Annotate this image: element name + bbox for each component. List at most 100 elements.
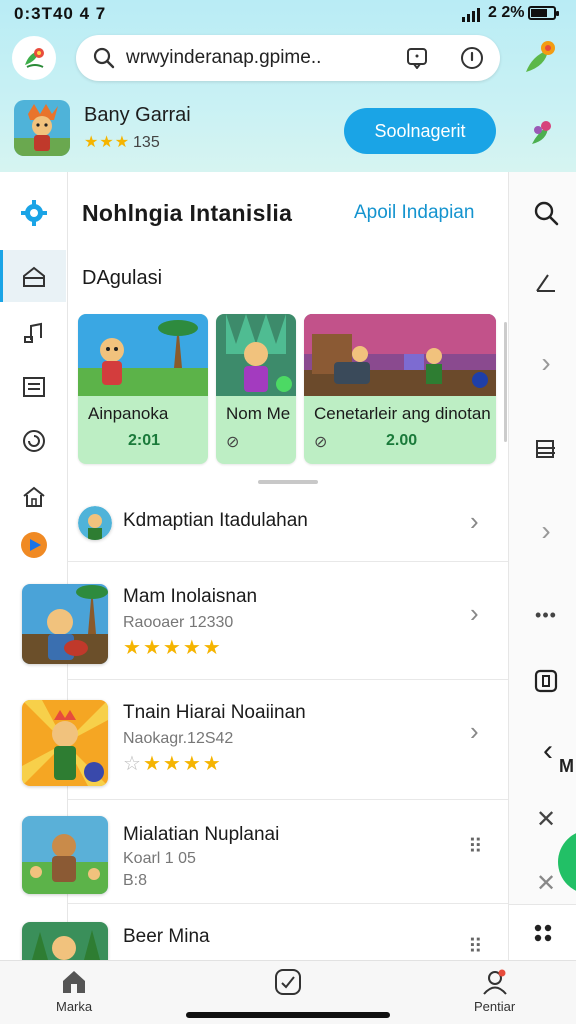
star-icon: ★ [182, 637, 201, 659]
grid-button[interactable] [509, 904, 576, 960]
game-card-title: Ainpanoka [88, 404, 169, 423]
game-artwork-icon [22, 700, 108, 786]
star-empty-icon: ☆ [123, 753, 141, 775]
chevron-right-icon[interactable]: › [470, 716, 479, 747]
list-item-thumbnail [22, 700, 108, 786]
chat-bubble-icon[interactable] [406, 47, 428, 69]
info-icon[interactable] [460, 46, 484, 70]
rail-home[interactable] [17, 480, 51, 514]
signal-icon [462, 8, 480, 22]
list-item-title: Mam Inolaisnan [123, 586, 258, 607]
list-item-title: Beer Mina [123, 926, 210, 947]
play-icon [21, 532, 47, 558]
section-label: DAgulasi [82, 267, 163, 289]
search-input[interactable]: wrwyinderanap.gpime.. [126, 47, 321, 69]
main-content: Nohlngia Intanislia Apoil Indapian DAgul… [22, 172, 508, 960]
status-time: 0:3T40 4 7 [14, 4, 107, 23]
chevron-right-icon[interactable]: › [470, 598, 479, 629]
home-indicator[interactable] [186, 1012, 390, 1018]
nav-profile[interactable]: Pentiar [474, 967, 515, 1014]
close-icon[interactable]: ✕ [531, 804, 561, 834]
cross-icon[interactable]: ✕ [531, 868, 561, 898]
game-artwork-icon [22, 922, 108, 960]
star-icon: ★ [182, 753, 201, 775]
list-item-meta: B:8 [123, 872, 148, 889]
game-artwork-icon [22, 816, 108, 894]
featured-app-title[interactable]: Bany Garrai [84, 104, 191, 127]
rail-settings[interactable] [17, 196, 51, 230]
list-item[interactable]: Beer Mina ⠿ [22, 904, 508, 960]
leaf-flower-icon [25, 48, 44, 68]
rail-news[interactable] [17, 370, 51, 404]
page-title: Nohlngia Intanislia [82, 200, 293, 226]
game-card-image [78, 314, 208, 396]
list-item-avatar [78, 506, 112, 540]
home-icon [63, 971, 86, 993]
game-card[interactable]: Ainpanoka 2:01 [78, 314, 208, 464]
grid-icon [534, 924, 552, 942]
game-artwork-icon [216, 314, 296, 396]
battery-percent: 2 2% [488, 4, 525, 21]
store-icon [23, 266, 45, 287]
rail-history[interactable] [17, 424, 51, 458]
nav-home[interactable]: Marka [56, 967, 92, 1014]
chevron-right-icon[interactable]: › [531, 347, 561, 378]
star-icon: ★ [202, 637, 221, 659]
list-item[interactable]: Tnain Hiarai Noaiinan Naokagr.12S42 ☆ ★ … [22, 680, 508, 800]
newspaper-icon [23, 377, 45, 397]
rr-window[interactable] [531, 666, 561, 696]
scrollbar[interactable] [504, 322, 507, 442]
app-logo-button[interactable] [12, 36, 56, 80]
nav-home-label: Marka [56, 999, 93, 1014]
list-item-thumbnail [22, 922, 108, 960]
flower-icon [526, 41, 555, 72]
rr-edit[interactable] [531, 268, 561, 298]
game-card[interactable]: Nom Me ⊘ [216, 314, 296, 464]
chevron-right-icon[interactable]: › [470, 506, 479, 537]
list-item-rating: ☆ ★ ★ ★ ★ [123, 754, 221, 774]
rail-music[interactable] [17, 316, 51, 350]
game-card[interactable]: Cenetarleir ang dinotan ⊘ 2.00 [304, 314, 496, 464]
star-icon: ★ [99, 134, 114, 151]
see-all-link[interactable]: Apoil Indapian [354, 202, 474, 224]
list-item-rating: ★ ★ ★ ★ ★ [123, 638, 221, 658]
list-item[interactable]: Kdmaptian Itadulahan › [68, 494, 508, 562]
featured-app-thumbnail[interactable] [14, 100, 70, 156]
list-item-title: Tnain Hiarai Noaiinan [123, 702, 306, 723]
flower-bouquet-icon[interactable] [526, 116, 558, 148]
refresh-icon: ⊘ [314, 434, 328, 451]
refresh-icon: ⊘ [226, 434, 240, 451]
character-avatar-icon [78, 506, 112, 540]
star-icon: ★ [84, 134, 99, 151]
person-icon [482, 969, 507, 995]
game-character-icon [14, 100, 70, 156]
list-item[interactable]: Mam Inolaisnan Raooaer 12330 ★ ★ ★ ★ ★ › [22, 562, 508, 680]
list-item-thumbnail [22, 816, 108, 894]
angle-icon [536, 274, 555, 292]
list-item-subtitle: Naokagr.12S42 [123, 730, 234, 747]
list-item[interactable]: Mialatian Nuplanai Koarl 1 05 B:8 ⠿ [22, 800, 508, 904]
more-horizontal-icon[interactable]: ••• [531, 600, 561, 630]
rail-home-store[interactable] [17, 260, 51, 294]
more-options-icon[interactable]: ⠿ [468, 934, 484, 959]
game-card-title: Cenetarleir ang dinotan [314, 404, 491, 423]
nav-activity[interactable] [273, 967, 303, 997]
install-button[interactable]: Soolnagerit [344, 108, 496, 154]
profile-flower-button[interactable] [518, 36, 562, 80]
carousel-handle[interactable] [258, 480, 318, 484]
rr-search[interactable] [531, 198, 561, 228]
history-icon [23, 430, 45, 452]
game-artwork-icon [78, 314, 208, 396]
rail-play[interactable] [17, 528, 51, 562]
search-icon [534, 201, 559, 226]
search-bar[interactable]: wrwyinderanap.gpime.. [76, 35, 500, 81]
star-icon: ★ [142, 637, 161, 659]
activity-icon [275, 969, 301, 995]
home-icon [23, 486, 45, 507]
rr-list[interactable] [531, 434, 561, 464]
more-options-icon[interactable]: ⠿ [468, 834, 484, 859]
star-icon: ★ [114, 134, 130, 151]
game-artwork-icon [304, 314, 496, 396]
game-card-image [304, 314, 496, 396]
chevron-right-icon[interactable]: › [531, 515, 561, 546]
